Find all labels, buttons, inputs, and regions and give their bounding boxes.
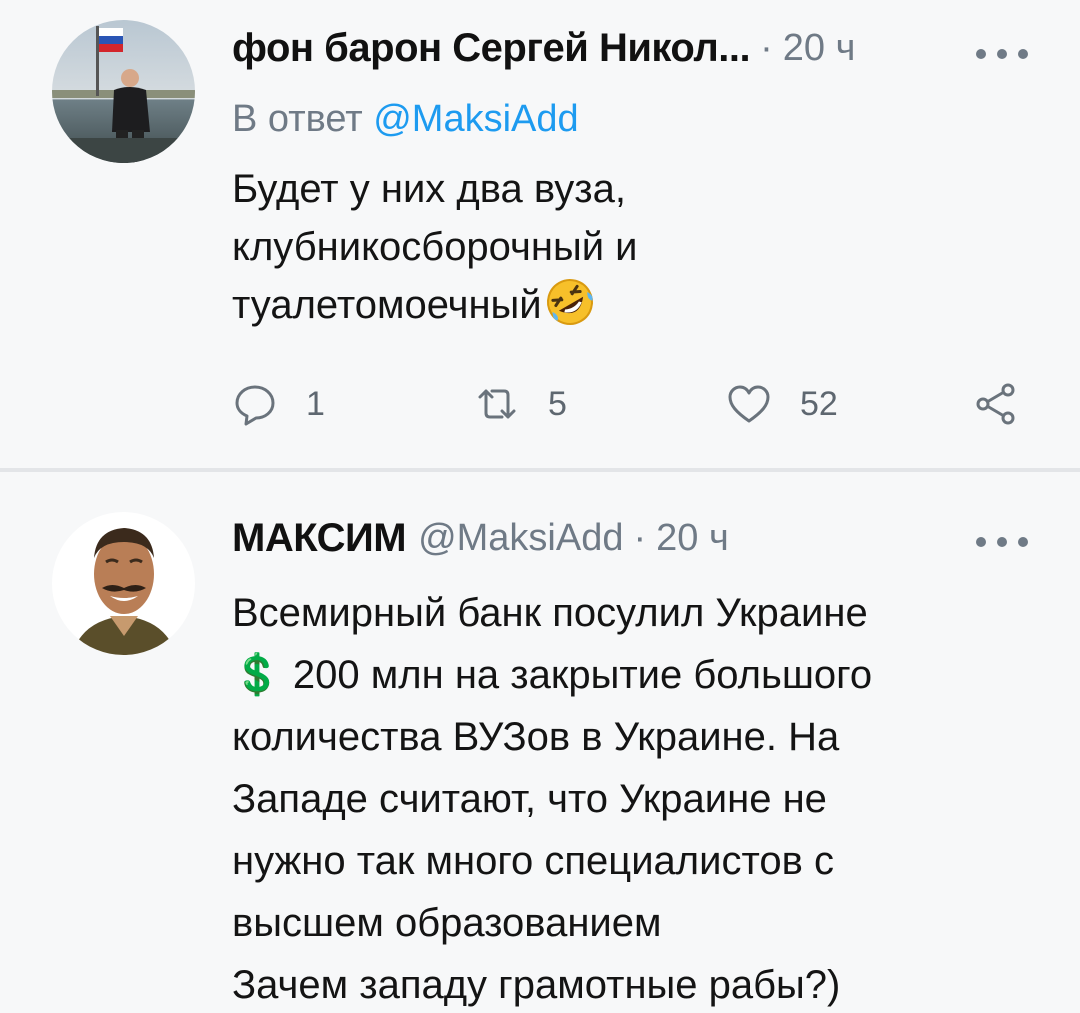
retweet-icon	[478, 389, 516, 419]
author-handle[interactable]: @MaksiAdd	[418, 517, 623, 560]
avatar-photo	[52, 512, 195, 655]
time-separator: ·	[633, 516, 647, 559]
reply-button[interactable]: 1	[232, 374, 325, 434]
avatar[interactable]	[52, 20, 195, 163]
more-dots-icon[interactable]	[976, 44, 1028, 64]
tweet-text-line: Всемирный банк посулил Украине	[232, 591, 868, 635]
time-separator: ·	[760, 26, 773, 69]
tweet-thread: фон барон Сергей Никол... · 20 ч В ответ…	[0, 0, 1080, 1013]
tweet-text-line: клубникосборочный и	[232, 225, 638, 269]
reply-to-line: В ответ @MaksiAdd	[232, 98, 579, 141]
tweet-header: фон барон Сергей Никол... · 20 ч	[232, 18, 1040, 78]
timestamp[interactable]: 20 ч	[783, 27, 856, 70]
tweet-header: МАКСИМ @MaksiAdd · 20 ч	[232, 508, 1040, 568]
retweet-button[interactable]: 5	[474, 374, 567, 434]
avatar[interactable]	[52, 512, 195, 655]
author-name[interactable]: фон барон Сергей Никол...	[232, 26, 751, 71]
reply-to-prefix: В ответ	[232, 98, 363, 140]
tweet-text-line: туалетомоечный	[232, 276, 1032, 334]
timestamp[interactable]: 20 ч	[656, 517, 729, 560]
more-dots-icon[interactable]	[976, 532, 1028, 552]
tweet-text-line-content: туалетомоечный	[232, 283, 542, 327]
tweet-reply[interactable]: фон барон Сергей Никол... · 20 ч В ответ…	[0, 0, 1080, 468]
like-count: 52	[800, 384, 838, 423]
like-button[interactable]: 52	[726, 374, 838, 434]
tweet-text-line: Будет у них два вуза,	[232, 167, 626, 211]
rolling-laughing-emoji-icon	[546, 279, 593, 325]
retweet-count: 5	[548, 384, 567, 423]
tweet-text: Всемирный банк посулил Украине 💲 200 млн…	[232, 582, 1042, 1013]
heart-icon	[728, 385, 770, 423]
tweet-text: Будет у них два вуза, клубникосборочный …	[232, 160, 1032, 334]
tweet-original[interactable]: МАКСИМ @MaksiAdd · 20 ч Всемирный банк п…	[0, 472, 1080, 1013]
share-button[interactable]	[972, 374, 1018, 434]
tweet-text-line: количества ВУЗов в Украине. На	[232, 715, 840, 759]
avatar-photo	[52, 20, 195, 163]
reply-to-mention[interactable]: @MaksiAdd	[373, 98, 578, 140]
share-icon	[976, 383, 1015, 425]
tweet-text-line: Западе считают, что Украине не	[232, 777, 827, 821]
reply-count: 1	[306, 384, 325, 423]
tweet-text-line: высшем образованием	[232, 901, 662, 945]
author-name[interactable]: МАКСИМ	[232, 516, 407, 561]
tweet-text-line: нужно так много специалистов с	[232, 839, 834, 883]
tweet-text-line: 💲 200 млн на закрытие большого	[232, 653, 873, 697]
tweet-text-line: Зачем западу грамотные рабы?)	[232, 963, 841, 1007]
reply-icon	[235, 385, 275, 426]
tweet-actions: 1 5 52	[232, 374, 1032, 434]
